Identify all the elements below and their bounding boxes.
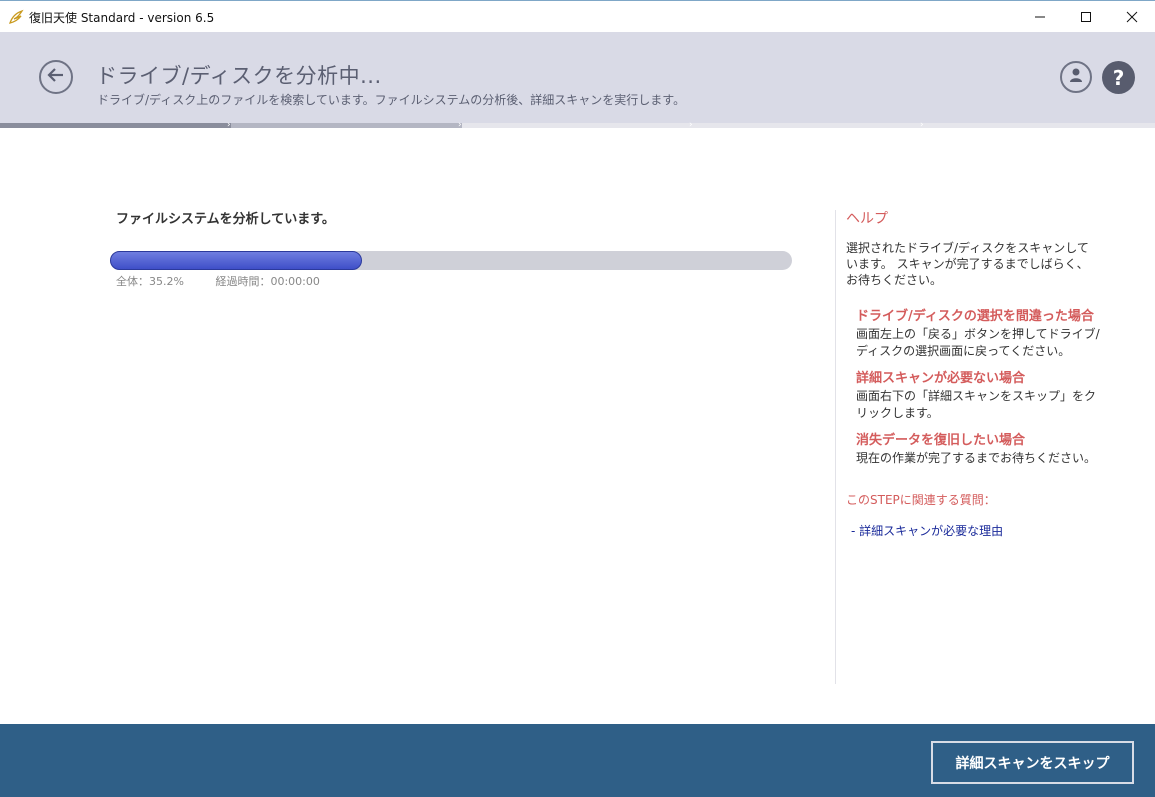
page-header: ドライブ/ディスクを分析中... ドライブ/ディスク上のファイルを検索しています… xyxy=(0,32,1155,123)
back-button[interactable] xyxy=(39,60,73,94)
overall-percent: 全体：35.2% xyxy=(116,275,184,288)
help-button[interactable]: ? xyxy=(1102,61,1135,94)
arrow-left-icon xyxy=(47,67,65,87)
help-heading: ヘルプ xyxy=(846,211,888,227)
account-button[interactable] xyxy=(1060,61,1092,93)
step-segment: › xyxy=(231,120,462,130)
related-questions-heading: このSTEPに関連する質問： xyxy=(846,493,996,507)
footer-bar: 詳細スキャンをスキップ xyxy=(0,724,1155,797)
help-item: ドライブ/ディスクの選択を間違った場合 画面左上の「戻る」ボタンを押してドライブ… xyxy=(856,308,1136,360)
help-item-title: 消失データを復旧したい場合 xyxy=(856,433,1026,448)
panel-divider xyxy=(835,210,836,684)
minimize-button[interactable] xyxy=(1017,1,1063,32)
help-item: 詳細スキャンが必要ない場合 画面右下の「詳細スキャンをスキップ」をクリックします… xyxy=(856,370,1136,422)
progress-bar-fill xyxy=(110,251,362,270)
close-button[interactable] xyxy=(1109,1,1155,32)
step-segment: › xyxy=(693,120,924,130)
help-item-text: 現在の作業が完了するまでお待ちください。 xyxy=(856,451,1097,465)
progress-status-label: ファイルシステムを分析しています。 xyxy=(116,212,335,227)
page-title: ドライブ/ディスクを分析中... xyxy=(96,64,382,88)
help-intro: 選択されたドライブ/ディスクをスキャンしています。 スキャンが完了するまでしばら… xyxy=(846,241,1089,287)
step-segment: › xyxy=(462,120,693,130)
related-question-link[interactable]: - 詳細スキャンが必要な理由 xyxy=(851,522,1136,539)
title-bar: 復旧天使 Standard - version 6.5 xyxy=(0,0,1155,32)
step-indicator: › › › › xyxy=(0,120,1155,130)
help-item-title: ドライブ/ディスクの選択を間違った場合 xyxy=(856,309,1094,324)
elapsed-time: 経過時間：00:00:00 xyxy=(215,275,320,288)
progress-bar xyxy=(110,251,792,270)
page-subtitle: ドライブ/ディスク上のファイルを検索しています。ファイルシステムの分析後、詳細ス… xyxy=(97,93,686,107)
step-segment xyxy=(924,123,1155,128)
progress-meta: 全体：35.2% 経過時間：00:00:00 xyxy=(116,273,348,289)
step-segment: › xyxy=(0,120,231,130)
maximize-button[interactable] xyxy=(1063,1,1109,32)
help-item-title: 詳細スキャンが必要ない場合 xyxy=(856,371,1026,386)
help-item: 消失データを復旧したい場合 現在の作業が完了するまでお待ちください。 xyxy=(856,432,1136,467)
skip-detailed-scan-button[interactable]: 詳細スキャンをスキップ xyxy=(931,741,1134,784)
window-title: 復旧天使 Standard - version 6.5 xyxy=(29,11,215,25)
question-mark-icon: ? xyxy=(1112,65,1125,90)
help-item-text: 画面右下の「詳細スキャンをスキップ」をクリックします。 xyxy=(856,389,1097,420)
angel-wing-icon xyxy=(8,9,24,25)
help-panel: ヘルプ 選択されたドライブ/ディスクをスキャンしています。 スキャンが完了するま… xyxy=(846,208,1136,539)
help-item-text: 画面左上の「戻る」ボタンを押してドライブ/ディスクの選択画面に戻ってください。 xyxy=(856,327,1100,358)
user-icon xyxy=(1069,67,1083,87)
